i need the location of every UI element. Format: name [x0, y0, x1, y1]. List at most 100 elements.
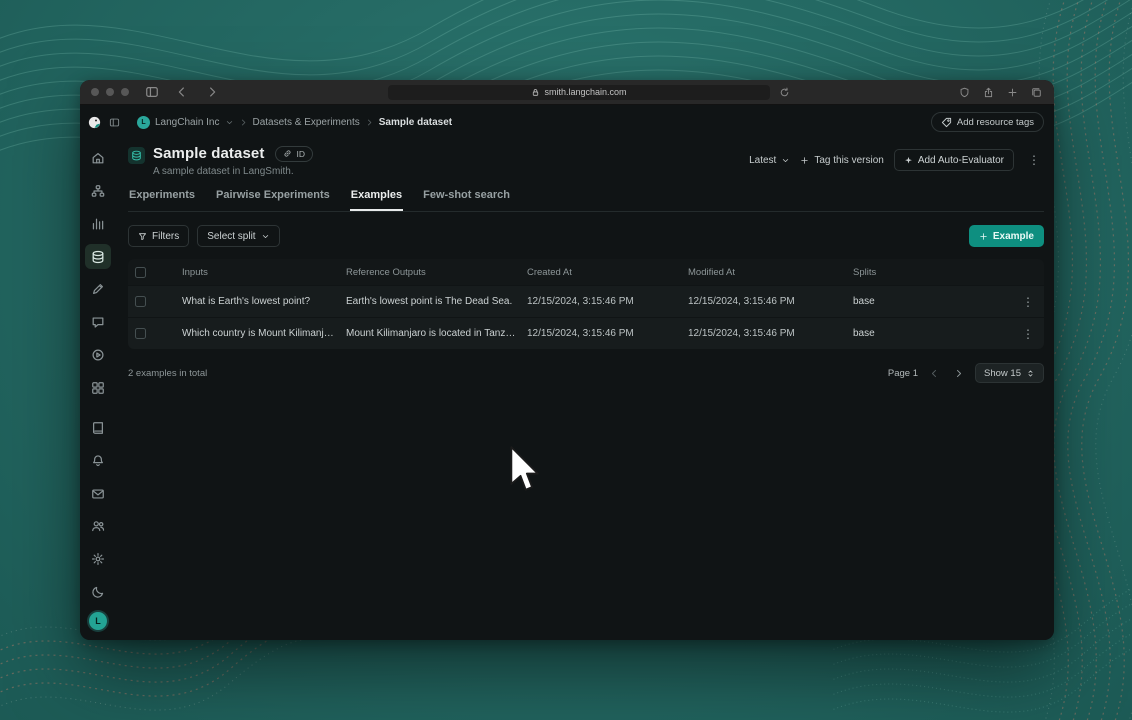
home-icon: [92, 152, 104, 164]
back-button[interactable]: [175, 85, 189, 99]
forward-button[interactable]: [205, 85, 219, 99]
row-menu-button[interactable]: ⋮: [1018, 326, 1038, 342]
table-row[interactable]: What is Earth's lowest point? Earth's lo…: [128, 285, 1044, 317]
breadcrumb-section[interactable]: Datasets & Experiments: [253, 117, 360, 128]
add-example-button[interactable]: Example: [968, 225, 1044, 247]
sidebar-item-docs[interactable]: [85, 415, 111, 441]
desktop-background: smith.langchain.com L LangChain Inc Data…: [0, 0, 1132, 720]
share-icon: [984, 87, 993, 97]
add-resource-tags-button[interactable]: Add resource tags: [930, 112, 1044, 132]
next-page-button[interactable]: [951, 366, 966, 381]
cell-reference-outputs: Earth's lowest point is The Dead Sea.: [346, 296, 513, 307]
sidebar-item-annotations[interactable]: [85, 276, 111, 302]
sidebar-item-mail[interactable]: [85, 481, 111, 507]
langsmith-app: L LangChain Inc Datasets & Experiments S…: [80, 105, 1054, 640]
column-header-created-at[interactable]: Created At: [527, 267, 688, 278]
chevron-down-icon: [783, 158, 789, 162]
tab-few-shot-search[interactable]: Few-shot search: [422, 189, 511, 211]
book-icon: [93, 421, 103, 434]
play-icon: [92, 349, 104, 361]
breadcrumb-org[interactable]: LangChain Inc: [155, 117, 220, 128]
column-header-reference-outputs[interactable]: Reference Outputs: [346, 267, 527, 278]
close-window-button[interactable]: [91, 88, 99, 96]
previous-page-button[interactable]: [927, 366, 942, 381]
collapse-sidebar-button[interactable]: [109, 117, 120, 128]
users-icon: [92, 521, 105, 532]
gear-icon: [91, 553, 105, 566]
table-footer: 2 examples in total Page 1 Show 15: [128, 363, 1044, 383]
zoom-window-button[interactable]: [121, 88, 129, 96]
select-all-checkbox[interactable]: [135, 266, 146, 278]
cell-reference-outputs: Mount Kilimanjaro is located in Tanzania…: [346, 328, 527, 339]
tab-bar: Experiments Pairwise Experiments Example…: [128, 189, 1044, 212]
privacy-report-button[interactable]: [959, 87, 970, 98]
add-auto-evaluator-label: Add Auto-Evaluator: [917, 154, 1004, 166]
dataset-id-label: ID: [296, 148, 305, 159]
sidebar-item-datasets[interactable]: [85, 243, 111, 270]
sidebar-toggle-icon: [146, 87, 158, 97]
filters-label: Filters: [152, 230, 180, 242]
sidebar-item-notifications[interactable]: [85, 448, 111, 474]
dataset-id-button[interactable]: ID: [275, 145, 313, 162]
page-size-select[interactable]: Show 15: [975, 363, 1044, 383]
cell-splits: base: [853, 328, 875, 339]
breadcrumb-separator-icon: [241, 119, 245, 125]
column-header-modified-at[interactable]: Modified At: [688, 267, 853, 278]
row-menu-button[interactable]: ⋮: [1018, 294, 1038, 310]
window-controls: [91, 88, 129, 96]
sidebar-item-monitoring[interactable]: [85, 211, 111, 237]
mail-icon: [92, 488, 104, 499]
tab-examples[interactable]: Examples: [349, 189, 404, 211]
sidebar-rail: L: [80, 139, 116, 640]
address-bar[interactable]: smith.langchain.com: [388, 84, 770, 100]
add-auto-evaluator-button[interactable]: Add Auto-Evaluator: [893, 149, 1014, 171]
page-size-value: Show 15: [984, 367, 1021, 379]
version-select-value: Latest: [749, 154, 777, 166]
tab-experiments[interactable]: Experiments: [128, 189, 196, 211]
tab-overview-button[interactable]: [1031, 87, 1042, 98]
add-resource-tags-label: Add resource tags: [956, 116, 1034, 128]
sidebar-item-deployments[interactable]: [85, 375, 111, 401]
dataset-header: Sample dataset ID A sample dataset in La…: [128, 145, 1044, 177]
chevron-down-icon: [262, 234, 268, 238]
sidebar-item-settings[interactable]: [85, 546, 111, 572]
table-row[interactable]: Which country is Mount Kilimanjaro... Mo…: [128, 317, 1044, 349]
panel-collapse-icon: [109, 118, 120, 126]
dataset-page: Sample dataset ID A sample dataset in La…: [116, 139, 1054, 640]
minimize-window-button[interactable]: [106, 88, 114, 96]
tag-version-label: Tag this version: [814, 154, 884, 166]
user-avatar[interactable]: L: [89, 612, 107, 630]
share-button[interactable]: [983, 87, 994, 98]
chevron-right-icon: [957, 369, 962, 377]
sidebar-item-flows[interactable]: [85, 178, 111, 204]
select-split-dropdown[interactable]: Select split: [197, 225, 280, 247]
row-checkbox[interactable]: [135, 296, 146, 307]
chevron-left-icon: [178, 87, 184, 97]
chevron-down-icon[interactable]: [225, 118, 234, 127]
monitoring-icon: [92, 218, 104, 230]
sidebar-item-prompts[interactable]: [85, 309, 111, 335]
bell-icon: [93, 454, 103, 466]
tab-pairwise-experiments[interactable]: Pairwise Experiments: [215, 189, 331, 211]
sidebar-toggle-button[interactable]: [145, 85, 159, 99]
sidebar-item-playground[interactable]: [85, 342, 111, 368]
sidebar-item-theme[interactable]: [85, 579, 111, 605]
row-checkbox[interactable]: [135, 328, 146, 339]
column-header-splits[interactable]: Splits: [853, 267, 1012, 278]
tag-version-button[interactable]: Tag this version: [800, 154, 884, 166]
cell-created-at: 12/15/2024, 3:15:46 PM: [527, 328, 634, 339]
cell-splits: base: [853, 296, 875, 307]
reload-button[interactable]: [779, 87, 790, 98]
column-header-inputs[interactable]: Inputs: [182, 267, 346, 278]
cell-inputs: What is Earth's lowest point?: [182, 296, 311, 307]
filters-button[interactable]: Filters: [128, 225, 190, 247]
new-tab-button[interactable]: [1007, 87, 1018, 98]
sparkle-icon: [904, 156, 912, 164]
sidebar-item-members[interactable]: [85, 513, 111, 539]
refresh-icon: [780, 87, 789, 96]
url-text: smith.langchain.com: [544, 87, 627, 97]
sidebar-item-home[interactable]: [85, 145, 111, 171]
dataset-menu-button[interactable]: ⋮: [1024, 152, 1044, 168]
version-select[interactable]: Latest: [749, 155, 790, 166]
apps-grid-icon: [92, 382, 104, 394]
